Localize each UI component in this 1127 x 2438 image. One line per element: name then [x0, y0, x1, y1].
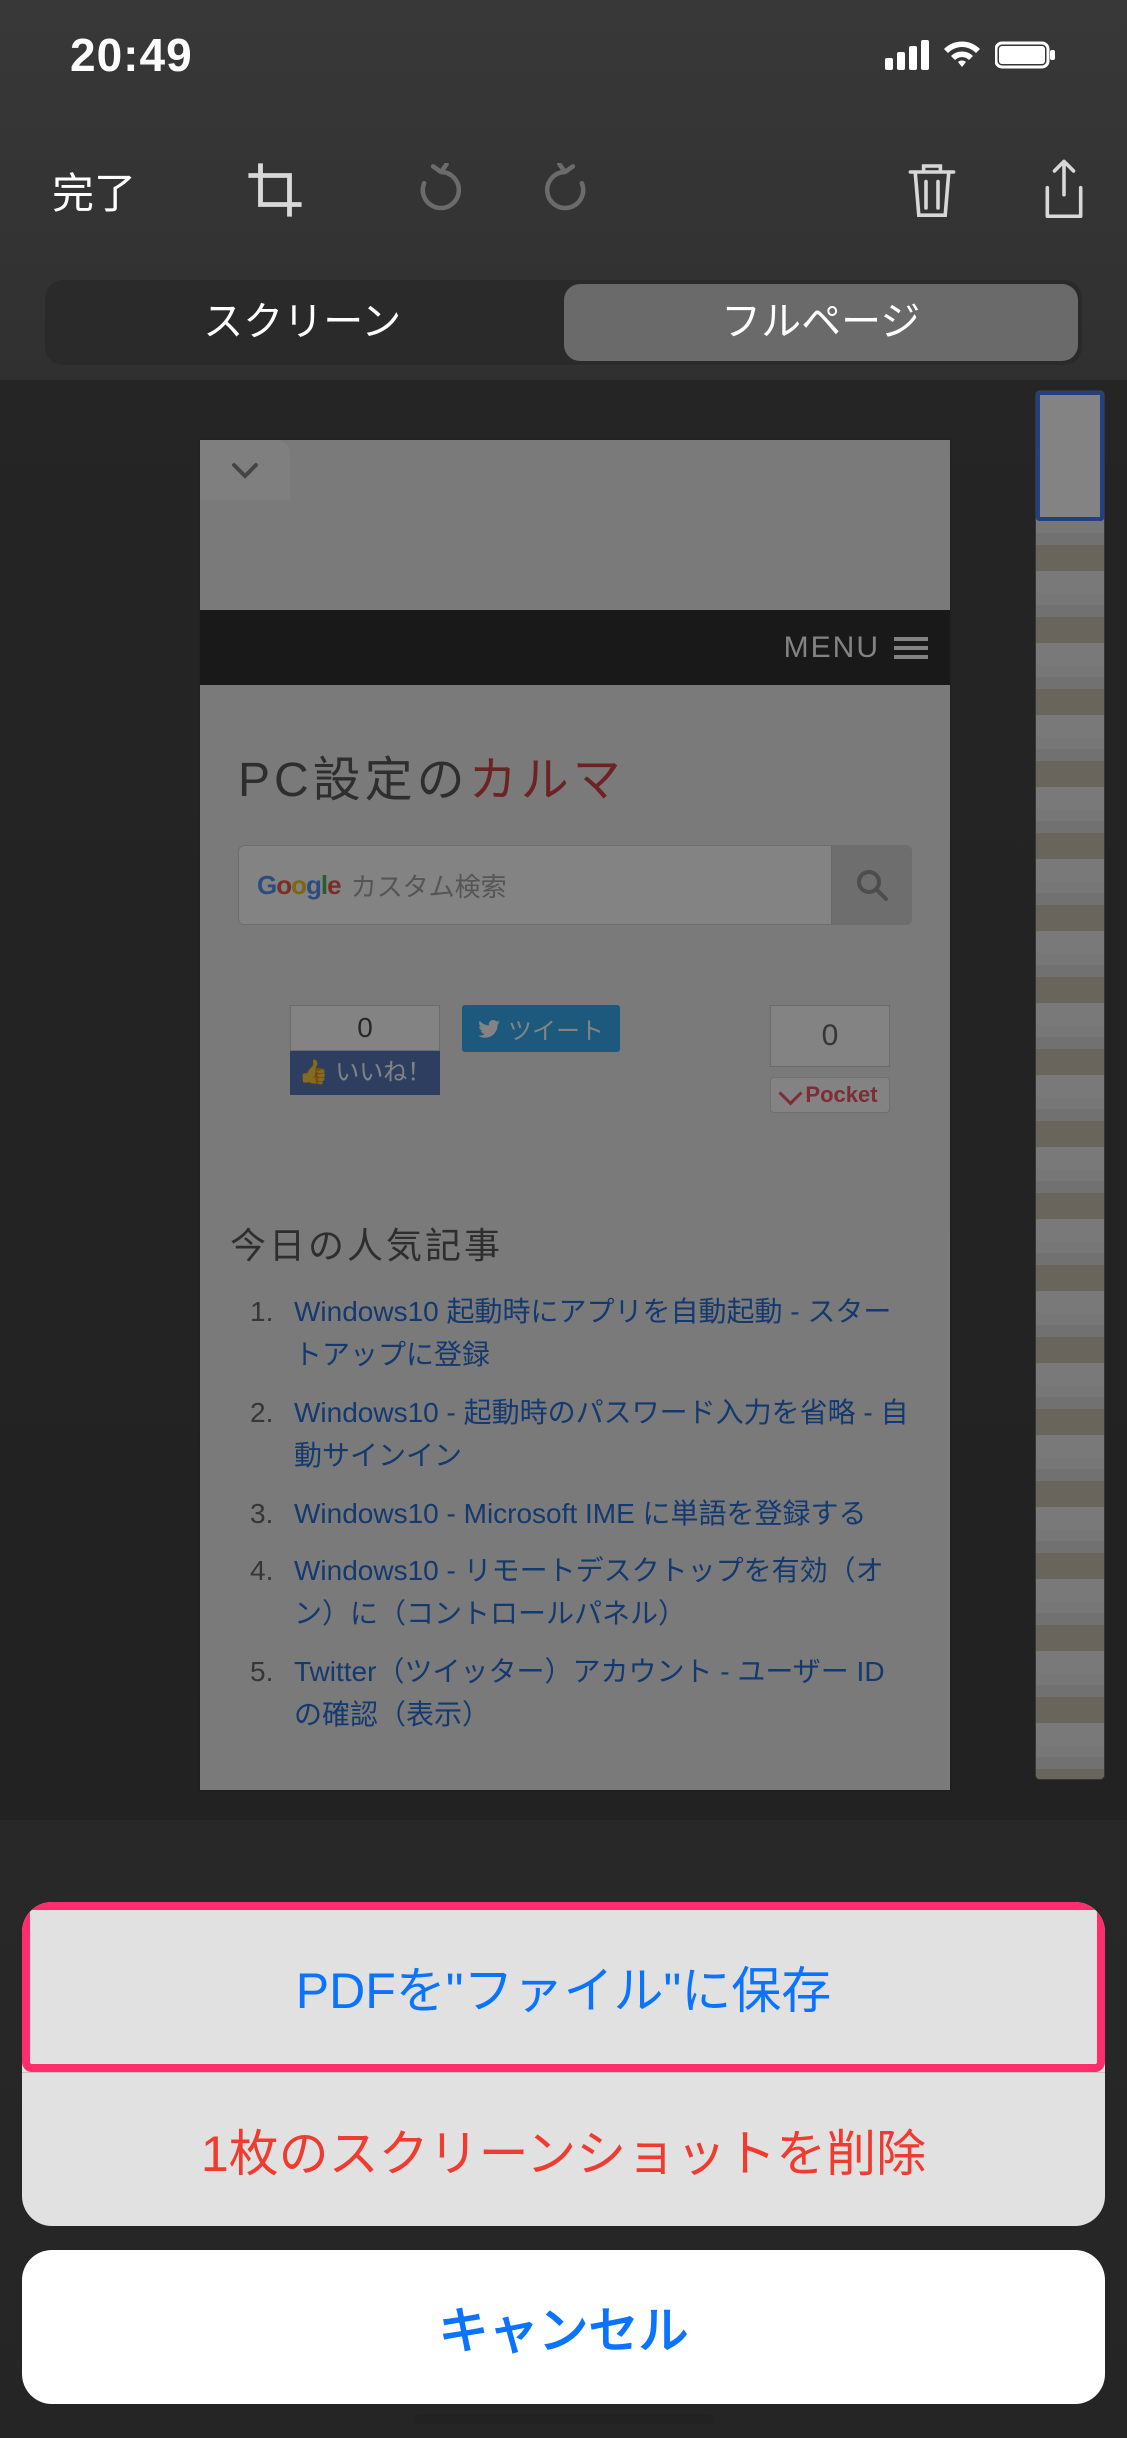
- status-time: 20:49: [70, 28, 193, 82]
- battery-icon: [995, 41, 1057, 69]
- status-icons: [885, 40, 1057, 70]
- redo-icon[interactable]: [538, 163, 592, 217]
- done-button[interactable]: 完了: [52, 160, 136, 221]
- tab-screen[interactable]: スクリーン: [45, 280, 560, 365]
- undo-icon[interactable]: [414, 163, 468, 217]
- action-sheet: PDFを"ファイル"に保存 1枚のスクリーンショットを削除 キャンセル: [22, 1902, 1105, 2404]
- cancel-button[interactable]: キャンセル: [22, 2250, 1105, 2404]
- modal-dim: [0, 380, 1127, 1820]
- save-pdf-button[interactable]: PDFを"ファイル"に保存: [30, 1910, 1097, 2064]
- share-icon[interactable]: [1039, 159, 1089, 221]
- cellular-icon: [885, 40, 929, 70]
- status-bar: 20:49: [0, 0, 1127, 110]
- trash-icon[interactable]: [905, 160, 959, 220]
- editor-toolbar: 完了: [0, 145, 1127, 235]
- delete-screenshot-button[interactable]: 1枚のスクリーンショットを削除: [22, 2072, 1105, 2226]
- wifi-icon: [943, 41, 981, 69]
- tab-fullpage[interactable]: フルページ: [564, 284, 1079, 361]
- crop-icon[interactable]: [246, 161, 304, 219]
- home-indicator: [414, 2414, 714, 2424]
- segmented-control: スクリーン フルページ: [45, 280, 1082, 365]
